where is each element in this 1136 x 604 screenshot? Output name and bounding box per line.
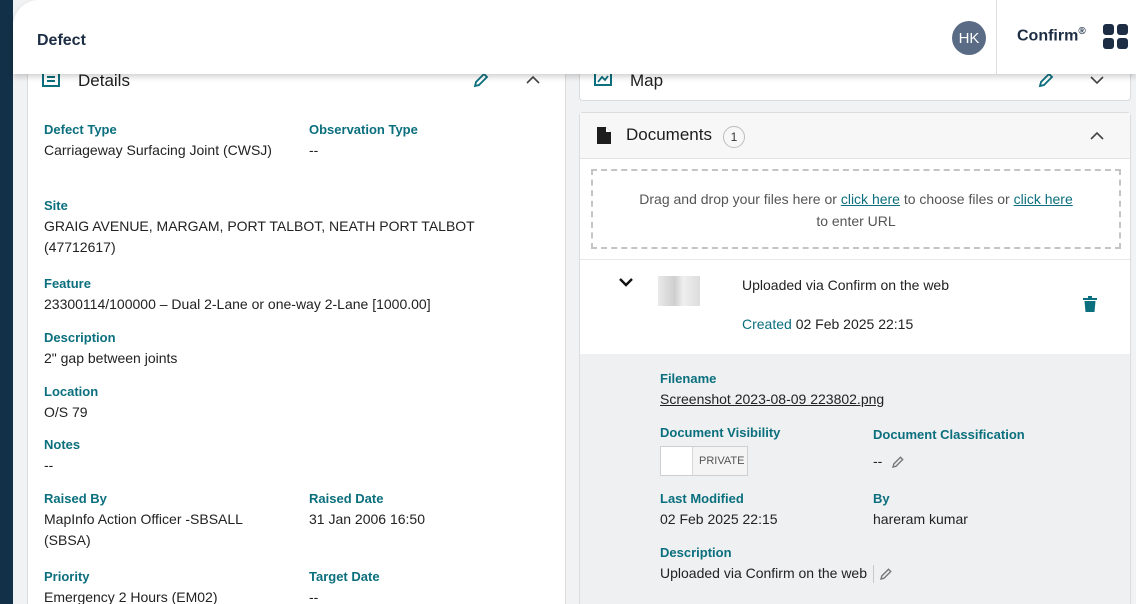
field-priority: Priority Emergency 2 Hours (EM02) [44, 566, 284, 604]
collapse-documents-chevron-up-icon[interactable] [1088, 127, 1106, 145]
document-list-item: Uploaded via Confirm on the web Created … [580, 259, 1130, 354]
field-last-modified: Last Modified 02 Feb 2025 22:15 [660, 488, 860, 530]
left-nav-rail [0, 0, 13, 604]
field-notes: Notes -- [44, 434, 544, 476]
field-label: Raised By [44, 491, 107, 506]
topbar-divider [996, 0, 997, 74]
field-value: MapInfo Action Officer -SBSALL (SBSA) [44, 511, 243, 548]
brand-logo-text: Confirm® [1017, 26, 1086, 45]
field-label: Raised Date [309, 491, 384, 506]
field-value: Emergency 2 Hours (EM02) [44, 589, 218, 604]
field-description: Description 2" gap between joints [44, 327, 544, 369]
field-value: 23300114/100000 – Dual 2-Lane or one-way… [44, 296, 431, 312]
field-value: -- [44, 457, 54, 473]
dropzone-text-middle: to choose files or [899, 191, 1014, 207]
document-created: Created 02 Feb 2025 22:15 [742, 316, 913, 332]
field-label: Notes [44, 437, 81, 452]
enter-url-link[interactable]: click here [1014, 191, 1073, 207]
field-label: Observation Type [309, 122, 418, 137]
dropzone-text-before: Drag and drop your files here or [639, 191, 841, 207]
document-title: Uploaded via Confirm on the web [742, 277, 950, 293]
field-label: Location [44, 384, 99, 399]
field-label: Last Modified [660, 491, 744, 506]
details-title: Details [78, 71, 130, 90]
documents-panel: Documents 1 Drag and drop your files her… [579, 112, 1131, 604]
field-label: Priority [44, 569, 90, 584]
field-label: Description [44, 330, 116, 345]
documents-count-badge: 1 [723, 126, 745, 148]
choose-files-link[interactable]: click here [841, 191, 900, 207]
field-raised-by: Raised By MapInfo Action Officer -SBSALL… [44, 488, 284, 551]
document-details: Filename Screenshot 2023-08-09 223802.pn… [580, 354, 1130, 604]
field-label: Target Date [309, 569, 380, 584]
classification-value: -- [873, 453, 883, 469]
visibility-toggle[interactable]: PRIVATE [660, 446, 748, 476]
brand-name: Confirm [1017, 27, 1079, 45]
field-label: Document Classification [873, 427, 1025, 442]
filename-link[interactable]: Screenshot 2023-08-09 223802.png [660, 389, 1060, 410]
file-dropzone[interactable]: Drag and drop your files here or click h… [591, 169, 1121, 249]
separator [873, 565, 875, 584]
field-observation-type: Observation Type -- [309, 119, 549, 161]
field-by: By hareram kumar [873, 488, 1073, 530]
field-defect-type: Defect Type Carriageway Surfacing Joint … [44, 119, 284, 161]
document-file-icon [597, 127, 611, 144]
field-value: hareram kumar [873, 511, 968, 527]
field-label: Defect Type [44, 122, 117, 137]
field-value: Carriageway Surfacing Joint (CWSJ) [44, 142, 272, 158]
user-avatar[interactable]: HK [952, 21, 986, 55]
field-label: Feature [44, 276, 91, 291]
field-label: By [873, 491, 890, 506]
dropzone-text-after: to enter URL [816, 213, 896, 229]
field-value: 02 Feb 2025 22:15 [660, 511, 778, 527]
field-label: Site [44, 198, 68, 213]
field-value: -- [309, 142, 319, 158]
field-value: 2" gap between joints [44, 350, 178, 366]
field-feature: Feature 23300114/100000 – Dual 2-Lane or… [44, 273, 554, 315]
delete-document-trash-icon[interactable] [1083, 296, 1097, 312]
field-label: Document Visibility [660, 425, 781, 440]
collapse-document-chevron-down-icon[interactable] [618, 274, 634, 290]
edit-description-pencil-icon[interactable] [878, 566, 894, 582]
created-value: 02 Feb 2025 22:15 [795, 316, 914, 332]
field-raised-date: Raised Date 31 Jan 2006 16:50 [309, 488, 549, 530]
map-title: Map [630, 71, 664, 90]
app-grid-icon[interactable] [1103, 24, 1129, 50]
field-filename: Filename Screenshot 2023-08-09 223802.pn… [660, 368, 1060, 410]
field-label: Filename [660, 371, 717, 386]
top-bar: Defect HK Confirm® [13, 0, 1136, 74]
field-label: Description [660, 545, 732, 560]
visibility-value: PRIVATE [693, 447, 747, 475]
field-value: 31 Jan 2006 16:50 [309, 511, 425, 527]
documents-header[interactable]: Documents 1 [580, 113, 1130, 159]
description-row: Uploaded via Confirm on the web [660, 563, 1080, 584]
edit-classification-pencil-icon[interactable] [890, 454, 906, 470]
created-label: Created [742, 316, 792, 332]
field-location: Location O/S 79 [44, 381, 544, 423]
details-panel: Details Defect Type Carriageway Surfacin… [27, 56, 566, 604]
field-value: GRAIG AVENUE, MARGAM, PORT TALBOT, NEATH… [44, 218, 475, 255]
field-value: O/S 79 [44, 404, 88, 420]
field-document-visibility: Document Visibility PRIVATE [660, 422, 860, 476]
toggle-switch[interactable] [661, 447, 693, 475]
page-title: Defect [37, 32, 86, 49]
field-value: -- [309, 589, 319, 604]
description-value: Uploaded via Confirm on the web [660, 565, 868, 581]
document-thumbnail[interactable] [658, 276, 700, 306]
field-site: Site GRAIG AVENUE, MARGAM, PORT TALBOT, … [44, 195, 544, 258]
field-document-classification: Document Classification -- [873, 424, 1113, 472]
classification-row: -- [873, 451, 1113, 472]
field-document-description: Description Uploaded via Confirm on the … [660, 542, 1080, 584]
documents-title: Documents [626, 125, 712, 144]
field-target-date: Target Date -- [309, 566, 549, 604]
brand-registered-mark: ® [1078, 26, 1086, 37]
